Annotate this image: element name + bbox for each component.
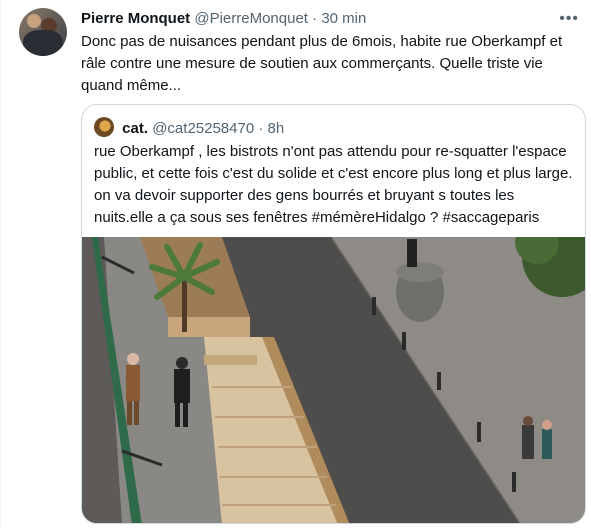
tweet-header: Pierre Monquet @PierreMonquet · 30 min xyxy=(81,9,366,29)
author-handle[interactable]: @PierreMonquet xyxy=(194,10,308,27)
quoted-tweet-time: 8h xyxy=(267,120,285,137)
quoted-author-handle: @cat25258470 xyxy=(152,120,255,137)
quoted-tweet[interactable]: cat. @cat25258470 · 8h rue Oberkampf , l… xyxy=(81,104,586,524)
more-dots-icon[interactable]: ••• xyxy=(559,9,579,29)
quoted-author-avatar xyxy=(94,117,114,137)
street-photo[interactable] xyxy=(82,237,585,523)
author-avatar[interactable] xyxy=(19,8,67,56)
author-name[interactable]: Pierre Monquet xyxy=(81,10,190,27)
quoted-separator-dot: · xyxy=(258,120,264,137)
tweet-text: Donc pas de nuisances pendant plus de 6m… xyxy=(81,33,563,94)
quoted-tweet-header: cat. @cat25258470 · 8h xyxy=(94,117,284,139)
separator-dot: · xyxy=(312,10,318,27)
tweet-time[interactable]: 30 min xyxy=(321,10,366,27)
quoted-author-name: cat. xyxy=(122,120,149,137)
tweet[interactable]: Pierre Monquet @PierreMonquet · 30 min •… xyxy=(0,0,591,528)
quoted-tweet-text: rue Oberkampf , les bistrots n'ont pas a… xyxy=(94,143,573,226)
